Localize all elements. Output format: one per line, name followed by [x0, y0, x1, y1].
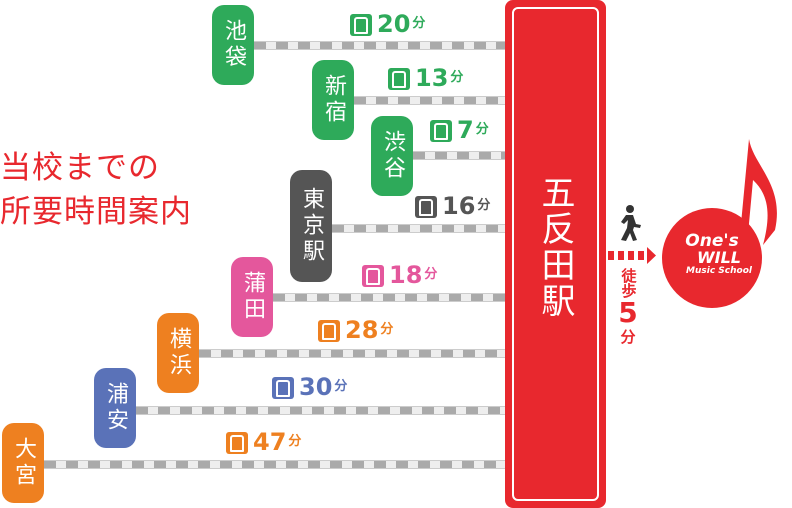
travel-time: 13 分 [388, 66, 463, 90]
minutes: 28 [345, 316, 379, 344]
unit: 分 [477, 198, 491, 213]
train-icon [272, 377, 294, 399]
station-label: 新宿 [312, 60, 354, 140]
station-label: 横浜 [157, 313, 199, 393]
school-logo: One's WILL Music School [662, 208, 762, 308]
travel-time: 20 分 [350, 12, 425, 36]
station-label: 池袋 [212, 5, 254, 85]
travel-time: 47 分 [226, 430, 301, 454]
unit: 分 [475, 122, 489, 137]
walking-person-icon [621, 205, 641, 241]
unit: 分 [450, 70, 464, 85]
unit: 分 [412, 16, 426, 31]
station-label: 東京駅 [290, 170, 332, 282]
train-icon [430, 120, 452, 142]
rail-line [273, 293, 505, 302]
travel-time: 7分 [430, 118, 489, 142]
minutes: 7 [457, 116, 474, 144]
unit: 分 [380, 322, 394, 337]
walk-time: 徒歩 5 分 [618, 268, 638, 346]
walking-route [608, 205, 656, 264]
minutes: 30 [299, 373, 333, 401]
rail-line [254, 41, 505, 50]
dotted-arrow [608, 247, 656, 264]
minutes: 16 [442, 192, 476, 220]
train-icon [318, 320, 340, 342]
title-line-2: 所要時間案内 [0, 194, 192, 230]
rail-line [199, 349, 505, 358]
minutes: 47 [253, 428, 287, 456]
train-icon [226, 432, 248, 454]
unit: 分 [334, 379, 348, 394]
unit: 分 [288, 434, 302, 449]
station-label: 浦安 [94, 368, 136, 448]
rail-line [332, 224, 505, 233]
station-label: 渋谷 [371, 116, 413, 196]
station-label: 大宮 [2, 423, 44, 503]
destination-station: 五反田駅 [505, 0, 606, 508]
travel-time: 28 分 [318, 318, 393, 342]
minutes: 13 [415, 64, 449, 92]
travel-time: 30 分 [272, 375, 347, 399]
rail-line [136, 406, 505, 415]
rail-line [413, 151, 505, 160]
train-icon [415, 196, 437, 218]
destination-label: 五反田駅 [535, 175, 575, 319]
travel-time: 18 分 [362, 263, 437, 287]
unit: 分 [424, 267, 438, 282]
train-icon [362, 265, 384, 287]
title-line-1: 当校までの [0, 150, 160, 186]
station-label: 蒲田 [231, 257, 273, 337]
travel-time: 16 分 [415, 194, 490, 218]
minutes: 20 [377, 10, 411, 38]
train-icon [350, 14, 372, 36]
train-icon [388, 68, 410, 90]
page-title: 当校までの 所要時間案内 [0, 146, 192, 234]
minutes: 18 [389, 261, 423, 289]
rail-line [354, 96, 505, 105]
rail-line [44, 460, 505, 469]
